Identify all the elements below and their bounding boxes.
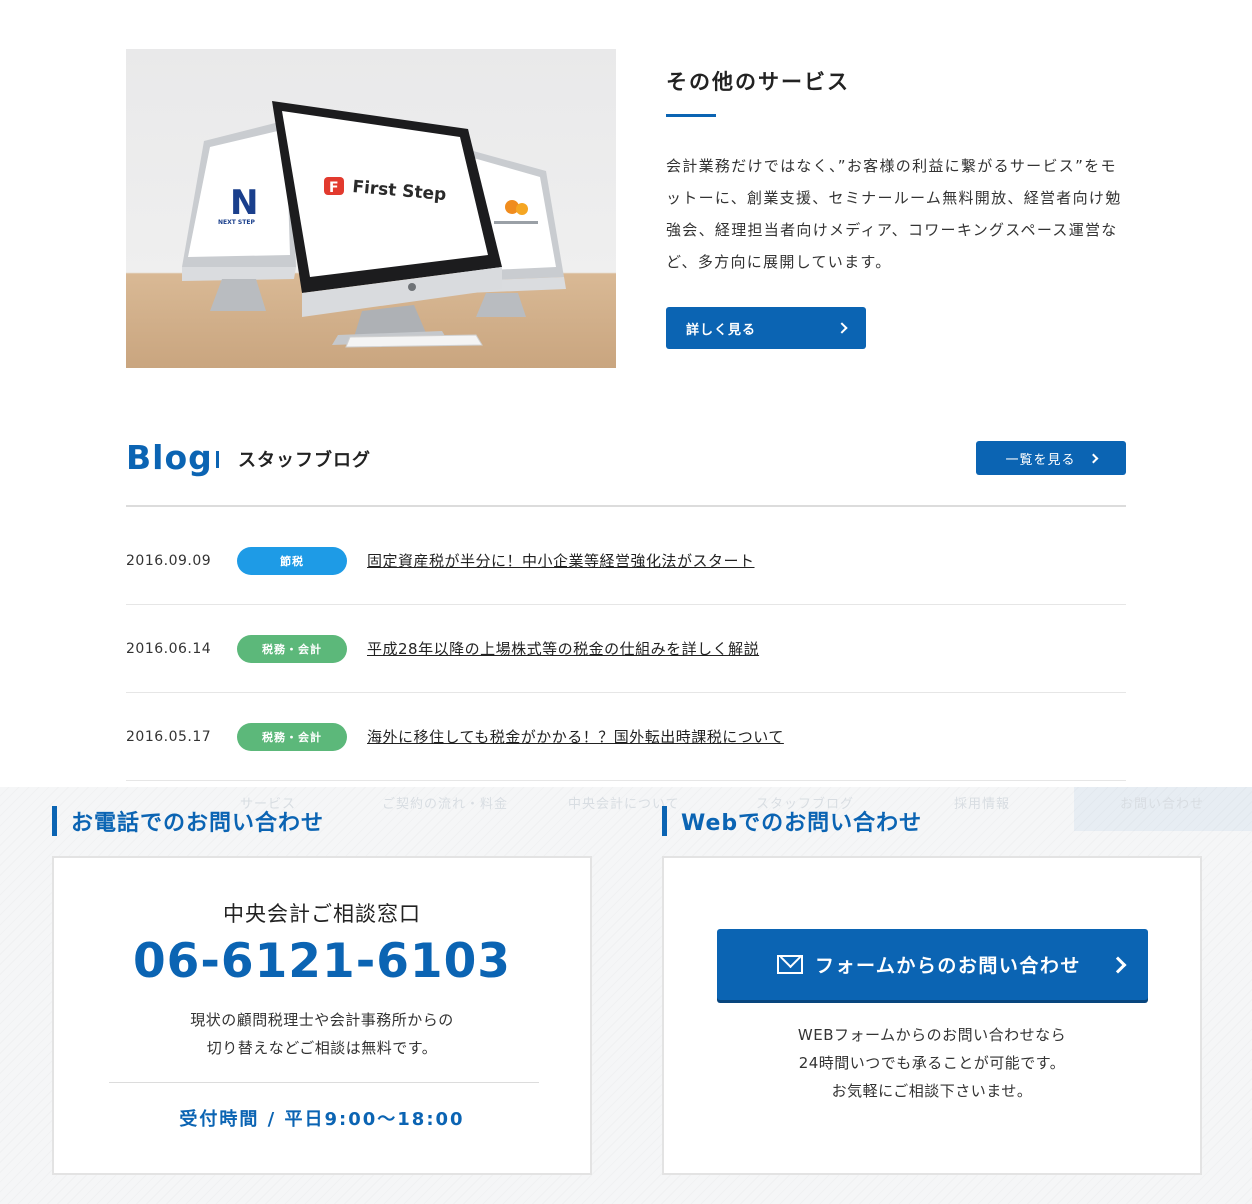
phone-number[interactable]: 06-6121-6103 [54,934,590,989]
blog-title: Blog [126,438,213,477]
blog-list-button[interactable]: 一覧を見る [976,441,1126,475]
phone-contact-heading-text: お電話でのお問い合わせ [71,811,325,836]
web-contact-heading-text: Webでのお問い合わせ [681,811,923,836]
web-contact-heading: Webでのお問い合わせ [662,806,922,836]
heading-bar [52,806,57,836]
chevron-right-icon [1109,956,1127,973]
blog-post: 2016.09.09 節税 固定資産税が半分に！中小企業等経営強化法がスタート [126,517,1126,605]
services-title-underline [666,114,716,117]
next-step-logo: NEXT STEP [218,219,255,226]
chevron-right-icon [1088,453,1098,463]
mail-icon [777,955,803,974]
post-category-badge[interactable]: 税務・会計 [237,722,347,751]
web-desc-line: WEBフォームからのお問い合わせなら [797,1026,1067,1044]
left-monitor: N NEXT STEP [182,119,296,311]
post-title-link[interactable]: 固定資産税が半分に！中小企業等経営強化法がスタート [367,550,755,571]
ghost-nav-item: 採用情報 [954,797,1011,812]
web-desc-line: お気軽にご相談下さいませ。 [831,1082,1033,1100]
web-card-description: WEBフォームからのお問い合わせなら 24時間いつでも承ることが可能です。 お気… [664,1021,1200,1105]
phone-card-divider [109,1082,539,1083]
phone-card-description: 現状の顧問税理士や会計事務所からの 切り替えなどご相談は無料です。 [54,1006,590,1062]
post-date: 2016.09.09 [126,552,212,569]
phone-desc-line: 切り替えなどご相談は無料です。 [206,1039,438,1057]
post-title-link[interactable]: 海外に移住しても税金がかかる！？国外転出時課税について [367,726,784,747]
phone-contact-heading: お電話でのお問い合わせ [52,806,324,836]
blog-divider [126,505,1126,507]
services-more-label: 詳しく見る [686,322,757,338]
consultation-desk-title: 中央会計ご相談窓口 [223,902,421,926]
blog-subtitle: スタッフブログ [238,450,371,471]
chevron-right-icon [836,322,848,334]
blog-post: 2016.06.14 税務・会計 平成28年以降の上場株式等の税金の仕組みを詳し… [126,605,1126,693]
ghost-nav-item: ご契約の流れ・料金 [382,797,509,812]
post-category-badge[interactable]: 節税 [237,546,347,575]
web-desc-line: 24時間いつでも承ることが可能です。 [798,1054,1066,1072]
contact-form-button[interactable]: フォームからのお問い合わせ [717,929,1148,1000]
blog-post: 2016.05.17 税務・会計 海外に移住しても税金がかかる！？国外転出時課税… [126,693,1126,781]
post-date: 2016.06.14 [126,640,212,657]
contact-section: サービス ご契約の流れ・料金 中央会計について スタッフブログ 採用情報 お問い… [0,787,1252,1204]
phone-contact-card: 中央会計ご相談窓口 06-6121-6103 現状の顧問税理士や会計事務所からの… [52,856,592,1175]
blog-list-label: 一覧を見る [1005,452,1076,468]
ghost-nav-cta: お問い合わせ [1074,787,1252,831]
post-category-badge[interactable]: 税務・会計 [237,634,347,663]
post-date: 2016.05.17 [126,728,212,745]
contact-form-button-label: フォームからのお問い合わせ [815,955,1081,977]
phone-desc-line: 現状の顧問税理士や会計事務所からの [190,1011,454,1029]
svg-text:F: F [329,180,339,196]
business-hours: 受付時間 / 平日9:00〜18:00 [179,1109,465,1130]
services-image: N NEXT STEP F First Step [126,49,616,368]
post-title-link[interactable]: 平成28年以降の上場株式等の税金の仕組みを詳しく解説 [367,638,759,659]
web-contact-card: フォームからのお問い合わせ WEBフォームからのお問い合わせなら 24時間いつで… [662,856,1202,1175]
next-step-mark: N [230,183,258,223]
services-description: 会計業務だけではなく、”お客様の利益に繋がるサービス”をモットーに、創業支援、セ… [666,157,1122,271]
heading-bar [662,806,667,836]
services-title: その他のサービス [666,70,850,94]
center-monitor: F First Step [272,101,502,345]
services-more-button[interactable]: 詳しく見る [666,307,866,349]
blog-title-divider [216,451,219,468]
ghost-nav-cta-label: お問い合わせ [1120,797,1205,812]
keyboard [345,334,483,348]
